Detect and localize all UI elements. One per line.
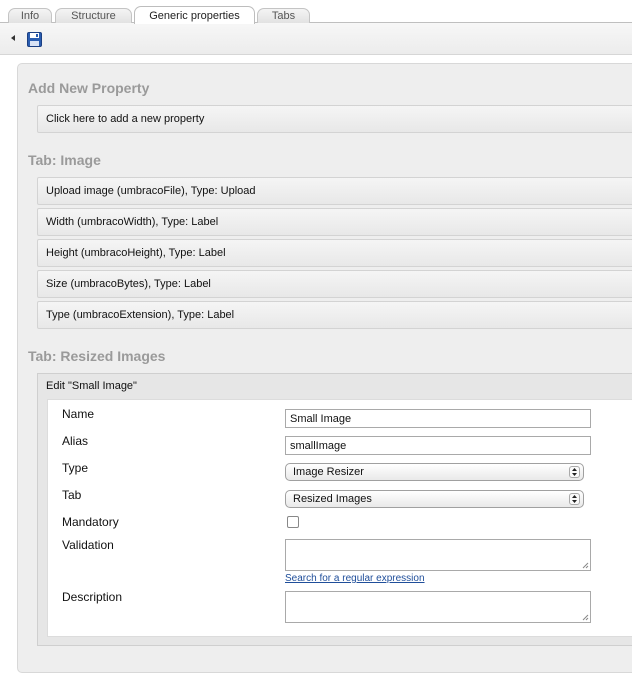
tab-select-value: Resized Images — [293, 493, 372, 505]
back-arrow-icon[interactable] — [11, 35, 15, 41]
tab-label: Tab — [62, 488, 82, 502]
select-arrows-icon — [569, 493, 580, 505]
alias-input[interactable] — [285, 436, 591, 455]
add-property-title: Add New Property — [28, 80, 150, 96]
property-row-width[interactable]: Width (umbracoWidth), Type: Label — [37, 208, 632, 236]
property-row-type[interactable]: Type (umbracoExtension), Type: Label — [37, 301, 632, 329]
tab-structure[interactable]: Structure — [55, 8, 132, 23]
type-select[interactable]: Image Resizer — [285, 463, 584, 481]
resize-grip-icon[interactable] — [582, 562, 589, 569]
regex-search-link[interactable]: Search for a regular expression — [285, 573, 425, 584]
type-select-value: Image Resizer — [293, 466, 364, 478]
alias-label: Alias — [62, 434, 89, 448]
tab-strip: Info Structure Generic properties Tabs — [0, 0, 632, 24]
mandatory-checkbox[interactable] — [287, 516, 299, 528]
toolbar — [0, 23, 632, 55]
name-input[interactable] — [285, 409, 591, 428]
tab-resized-images-title: Tab: Resized Images — [28, 348, 166, 364]
validation-textarea[interactable] — [285, 539, 591, 571]
mandatory-label: Mandatory — [62, 515, 119, 529]
description-textarea[interactable] — [285, 591, 591, 623]
property-row-height[interactable]: Height (umbracoHeight), Type: Label — [37, 239, 632, 267]
select-arrows-icon — [569, 466, 580, 478]
resize-grip-icon[interactable] — [582, 614, 589, 621]
tab-generic-properties[interactable]: Generic properties — [134, 6, 255, 24]
description-label: Description — [62, 590, 123, 604]
property-row-upload-image[interactable]: Upload image (umbracoFile), Type: Upload — [37, 177, 632, 205]
tab-tabs[interactable]: Tabs — [257, 8, 310, 23]
validation-label: Validation — [62, 538, 114, 552]
tab-select[interactable]: Resized Images — [285, 490, 584, 508]
edit-property-header[interactable]: Edit "Small Image" — [46, 380, 137, 392]
edit-property-box: Edit "Small Image" Name Alias Type Image… — [37, 373, 632, 646]
add-property-bar[interactable]: Click here to add a new property — [37, 105, 632, 133]
property-row-size[interactable]: Size (umbracoBytes), Type: Label — [37, 270, 632, 298]
type-label: Type — [62, 461, 89, 475]
save-disk-icon[interactable] — [27, 32, 42, 47]
edit-property-form: Name Alias Type Image Resizer Tab Resize… — [47, 399, 632, 637]
tab-image-title: Tab: Image — [28, 152, 101, 168]
tab-info[interactable]: Info — [8, 8, 52, 23]
name-label: Name — [62, 407, 95, 421]
